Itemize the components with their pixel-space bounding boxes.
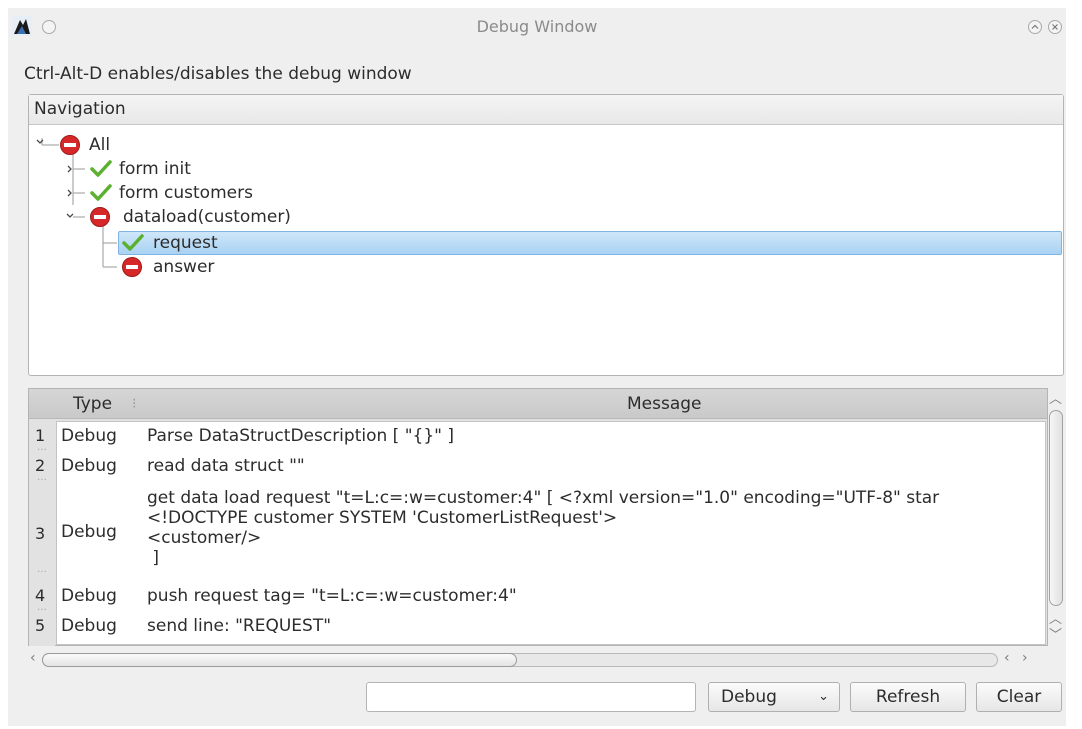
- cell-message: Parse DataStructDescription [ "{}" ]: [147, 426, 455, 446]
- cell-type: Debug: [61, 456, 117, 476]
- close-icon[interactable]: [1048, 20, 1062, 34]
- window-title: Debug Window: [476, 17, 598, 36]
- scroll-up-icon[interactable]: ︿: [1049, 388, 1062, 407]
- log-table[interactable]: Type ⁝ Message 1 … 2 … 3 … 4 … 5 Debug P…: [28, 388, 1048, 646]
- shortcut-hint: Ctrl-Alt-D enables/disables the debug wi…: [24, 64, 412, 84]
- row-number: 5: [35, 616, 46, 635]
- cell-message: read data struct "": [147, 456, 305, 476]
- cell-type: Debug: [61, 586, 117, 606]
- column-header-message[interactable]: Message: [627, 389, 702, 419]
- tree-item-label: dataload(customer): [123, 207, 291, 227]
- check-icon: [122, 234, 144, 251]
- cell-type: Debug: [61, 426, 117, 446]
- tree-item-label: answer: [153, 257, 215, 277]
- row-resize-dots-icon[interactable]: …: [37, 565, 47, 575]
- row-number: 3: [35, 524, 46, 543]
- table-row[interactable]: Debug get data load request "t=L:c=:w=cu…: [57, 482, 1045, 582]
- row-number-column: 1 … 2 … 3 … 4 … 5: [29, 420, 55, 646]
- scroll-right-icon[interactable]: ›: [1022, 650, 1028, 666]
- row-resize-dots-icon[interactable]: …: [37, 473, 47, 483]
- filter-input[interactable]: [366, 682, 696, 712]
- check-icon: [90, 184, 112, 201]
- tree-item-label: form customers: [119, 183, 253, 203]
- table-row[interactable]: Debug read data struct "": [57, 456, 1045, 484]
- level-select[interactable]: Debug ⌄: [708, 682, 840, 712]
- navigation-tree[interactable]: Navigation All form init form customers …: [28, 94, 1064, 376]
- tree-item-label: request: [153, 233, 218, 253]
- scroll-left-icon[interactable]: ‹: [1004, 650, 1010, 666]
- level-select-value: Debug: [721, 687, 777, 707]
- row-resize-dots-icon[interactable]: …: [37, 443, 47, 453]
- table-row[interactable]: Debug push request tag= "t=L:c=:w=custom…: [57, 586, 1045, 614]
- check-icon: [90, 160, 112, 177]
- scroll-left-icon[interactable]: ‹: [30, 650, 36, 666]
- scroll-down-icon[interactable]: ﹀: [1049, 624, 1062, 643]
- title-bar: Debug Window: [8, 8, 1066, 44]
- maximize-icon[interactable]: [1028, 20, 1042, 34]
- horizontal-scroll-thumb[interactable]: [42, 653, 517, 667]
- error-icon: [122, 257, 142, 277]
- tree-item-label: form init: [119, 159, 191, 179]
- column-header-type[interactable]: Type: [73, 389, 112, 419]
- row-resize-dots-icon[interactable]: …: [37, 603, 47, 613]
- table-row[interactable]: Debug send line: "REQUEST": [57, 616, 1045, 644]
- refresh-button[interactable]: Refresh: [850, 682, 966, 712]
- vertical-scrollbar[interactable]: ︿ ︿ ﹀: [1046, 388, 1068, 646]
- clear-button[interactable]: Clear: [976, 682, 1062, 712]
- error-icon: [90, 207, 110, 227]
- horizontal-scrollbar[interactable]: ‹ ‹ ›: [28, 650, 1040, 670]
- cell-message: push request tag= "t=L:c=:w=customer:4": [147, 586, 517, 606]
- tree-item-label: All: [89, 135, 111, 155]
- column-resize-handle-icon[interactable]: ⁝: [132, 389, 136, 419]
- table-row[interactable]: Debug Parse DataStructDescription [ "{}"…: [57, 426, 1045, 454]
- cell-message: get data load request "t=L:c=:w=customer…: [147, 488, 940, 568]
- log-body[interactable]: Debug Parse DataStructDescription [ "{}"…: [56, 421, 1046, 645]
- chevron-down-icon: ⌄: [818, 689, 829, 704]
- debug-window: Debug Window Ctrl-Alt-D enables/disables…: [8, 8, 1066, 726]
- error-icon: [60, 135, 80, 155]
- log-table-header: Type ⁝ Message: [29, 389, 1047, 419]
- vertical-scroll-thumb[interactable]: [1049, 410, 1063, 606]
- cell-type: Debug: [61, 522, 117, 542]
- cell-message: send line: "REQUEST": [147, 616, 332, 636]
- cell-type: Debug: [61, 616, 117, 636]
